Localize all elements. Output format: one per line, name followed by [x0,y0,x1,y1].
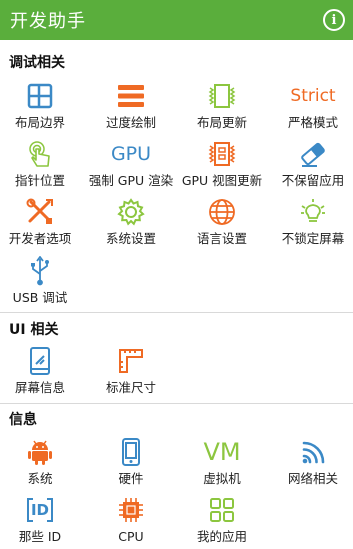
tile-developer-options[interactable]: 开发者选项 [0,196,84,252]
globe-icon [206,196,238,228]
section-divider [0,312,353,313]
tile-keep-screen-on[interactable]: 不锁定屏幕 [269,196,353,252]
gpu-view-update-icon [206,138,238,170]
tile-label: 屏幕信息 [14,380,65,395]
tile-standard-size[interactable]: 标准尺寸 [87,345,175,401]
vm-icon: VM [203,438,241,466]
tile-label: 不保留应用 [281,173,345,188]
tile-label: CPU [118,529,144,544]
tile-label: 网络相关 [287,471,338,486]
tile-label: 那些 ID [18,529,62,544]
eraser-icon [297,138,329,170]
tile-label: 标准尺寸 [105,380,156,395]
app-bar: 开发助手 i [0,0,353,40]
tile-label: 强制 GPU 渲染 [88,173,174,188]
tile-gpu-render[interactable]: GPU 强制 GPU 渲染 [87,138,175,194]
strict-mode-icon: Strict [290,85,336,106]
cpu-icon [115,494,147,526]
tile-label: 虚拟机 [203,471,241,486]
tile-virtual-machine[interactable]: VM 虚拟机 [178,436,266,492]
overdraw-icon [115,80,147,112]
tile-label: GPU 视图更新 [181,173,263,188]
tile-label: 过度绘制 [105,115,156,130]
tile-language-settings[interactable]: 语言设置 [178,196,266,252]
android-icon [24,436,56,468]
tile-label: 不锁定屏幕 [281,231,345,246]
ruler-icon [115,345,147,377]
gpu-render-icon: GPU [110,142,152,165]
tile-label: 开发者选项 [8,231,72,246]
pointer-location-icon [24,138,56,170]
hardware-phone-icon [115,436,147,468]
tile-my-apps[interactable]: 我的应用 [178,494,266,549]
app-title: 开发助手 [10,11,86,32]
tile-label: 我的应用 [196,529,247,544]
tile-label: 指针位置 [14,173,65,188]
tile-label: 系统设置 [105,231,156,246]
developer-options-icon [24,196,56,228]
tile-strict-mode[interactable]: Strict 严格模式 [269,80,353,136]
section-title-info: 信息 [9,412,37,428]
layout-bounds-icon [24,80,56,112]
usb-icon [24,255,56,287]
tile-gpu-view-update[interactable]: GPU 视图更新 [178,138,266,194]
tile-overdraw[interactable]: 过度绘制 [87,80,175,136]
tile-cpu[interactable]: CPU [87,494,175,549]
tile-layout-bounds[interactable]: 布局边界 [0,80,84,136]
section-title-debug: 调试相关 [9,55,65,71]
tile-system-settings[interactable]: 系统设置 [87,196,175,252]
section-title-ui: UI 相关 [9,322,59,338]
lightbulb-icon [297,196,329,228]
tile-system[interactable]: 系统 [0,436,84,492]
tile-ids[interactable]: ID 那些 ID [0,494,84,549]
tile-usb-debugging[interactable]: USB 调试 [0,255,84,311]
phone-screen-icon [24,345,56,377]
tile-layout-update[interactable]: 布局更新 [178,80,266,136]
tile-label: 严格模式 [287,115,338,130]
tile-label: 布局边界 [14,115,65,130]
tile-label: 系统 [27,471,53,486]
tile-label: USB 调试 [12,290,68,305]
tile-pointer-location[interactable]: 指针位置 [0,138,84,194]
id-icon: ID [24,494,56,526]
wifi-icon [297,436,329,468]
tile-label: 硬件 [118,471,144,486]
apps-grid-icon [206,494,238,526]
tile-network[interactable]: 网络相关 [269,436,353,492]
section-divider [0,403,353,404]
tile-label: 布局更新 [196,115,247,130]
tile-screen-info[interactable]: 屏幕信息 [0,345,84,401]
layout-update-icon [206,80,238,112]
gear-icon [115,196,147,228]
tile-hardware[interactable]: 硬件 [87,436,175,492]
tile-label: 语言设置 [196,231,247,246]
info-icon[interactable]: i [323,9,345,31]
tile-dont-keep-apps[interactable]: 不保留应用 [269,138,353,194]
